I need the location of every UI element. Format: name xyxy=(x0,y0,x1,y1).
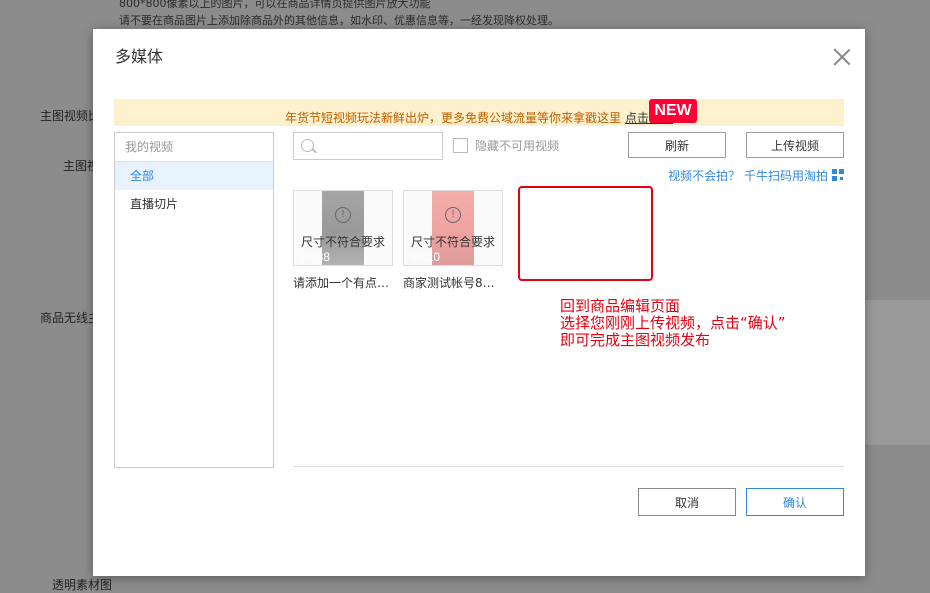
bg-panel xyxy=(860,300,930,445)
instruction-annotation: 回到商品编辑页面 选择您刚刚上传视频，点击“确认” 即可完成主图视频发布 xyxy=(560,298,786,349)
hide-unavailable-checkbox[interactable] xyxy=(453,138,468,153)
bg-text-line-2: 请不要在商品图片上添加除商品外的其他信息，如水印、优惠信息等，一经发现降权处理。 xyxy=(119,14,559,27)
search-box[interactable] xyxy=(293,132,443,160)
hide-unavailable-label: 隐藏不可用视频 xyxy=(475,139,560,153)
video-thumbnail[interactable]: ! 尺寸不符合要求 00:10 xyxy=(403,190,503,266)
sidebar-header: 我的视频 xyxy=(115,133,273,162)
qr-code-icon xyxy=(832,169,844,181)
close-icon[interactable] xyxy=(833,48,851,66)
video-status: 尺寸不符合要求 xyxy=(300,235,385,249)
notice-text: 年货节短视频玩法新鲜出炉，更多免费公域流量等你来拿戳这里 xyxy=(284,111,621,125)
sidebar-item-all[interactable]: 全部 xyxy=(115,162,273,190)
hide-unavailable-toggle[interactable]: 隐藏不可用视频 xyxy=(453,137,559,154)
search-input[interactable] xyxy=(318,136,440,156)
bg-text-line-1: 800*800像素以上的图片，可以在商品详情页提供图片放大功能 xyxy=(119,0,431,10)
confirm-button[interactable]: 确认 xyxy=(746,488,844,516)
warning-icon: ! xyxy=(445,207,461,223)
refresh-button[interactable]: 刷新 xyxy=(628,132,726,158)
hint-link[interactable]: 视频不会拍？ 千牛扫码用淘拍 xyxy=(668,167,844,184)
multimedia-dialog: 多媒体 年货节短视频玩法新鲜出炉，更多免费公域流量等你来拿戳这里点击查看 NEW… xyxy=(93,29,865,576)
bg-label-wireless: 商品无线主 xyxy=(40,311,101,325)
video-status: 尺寸不符合要求 xyxy=(410,235,495,249)
sidebar-item-live-clips[interactable]: 直播切片 xyxy=(115,190,273,218)
annotation-line-1: 回到商品编辑页面 xyxy=(560,297,681,315)
dialog-title: 多媒体 xyxy=(115,47,164,66)
bg-label-main-video: 主图视频比 xyxy=(40,109,101,123)
footer-divider xyxy=(293,466,844,467)
video-card[interactable]: ! 尺寸不符合要求 00:38 请添加一个有点… xyxy=(293,190,393,291)
promo-notice: 年货节短视频玩法新鲜出炉，更多免费公域流量等你来拿戳这里点击查看 xyxy=(114,99,844,126)
video-title: 商家测试帐号8… xyxy=(403,276,495,290)
cancel-button[interactable]: 取消 xyxy=(638,488,736,516)
video-card[interactable]: ! 尺寸不符合要求 00:10 商家测试帐号8… xyxy=(403,190,503,291)
annotation-line-3: 即可完成主图视频发布 xyxy=(560,331,711,349)
hint-link-text: 视频不会拍？ 千牛扫码用淘拍 xyxy=(668,169,828,183)
highlight-box xyxy=(518,186,653,281)
video-duration: 00:38 xyxy=(300,250,331,264)
new-badge: NEW xyxy=(649,99,697,123)
video-duration: 00:10 xyxy=(410,250,441,264)
video-thumbnail[interactable]: ! 尺寸不符合要求 00:38 xyxy=(293,190,393,266)
upload-video-button[interactable]: 上传视频 xyxy=(746,132,844,158)
bg-label-transparent: 透明素材图 xyxy=(52,578,113,592)
warning-icon: ! xyxy=(335,207,351,223)
video-sidebar: 我的视频 全部 直播切片 xyxy=(114,132,274,468)
video-title: 请添加一个有点… xyxy=(293,276,390,290)
annotation-line-2: 选择您刚刚上传视频，点击“确认” xyxy=(560,314,786,332)
search-icon xyxy=(301,139,314,152)
